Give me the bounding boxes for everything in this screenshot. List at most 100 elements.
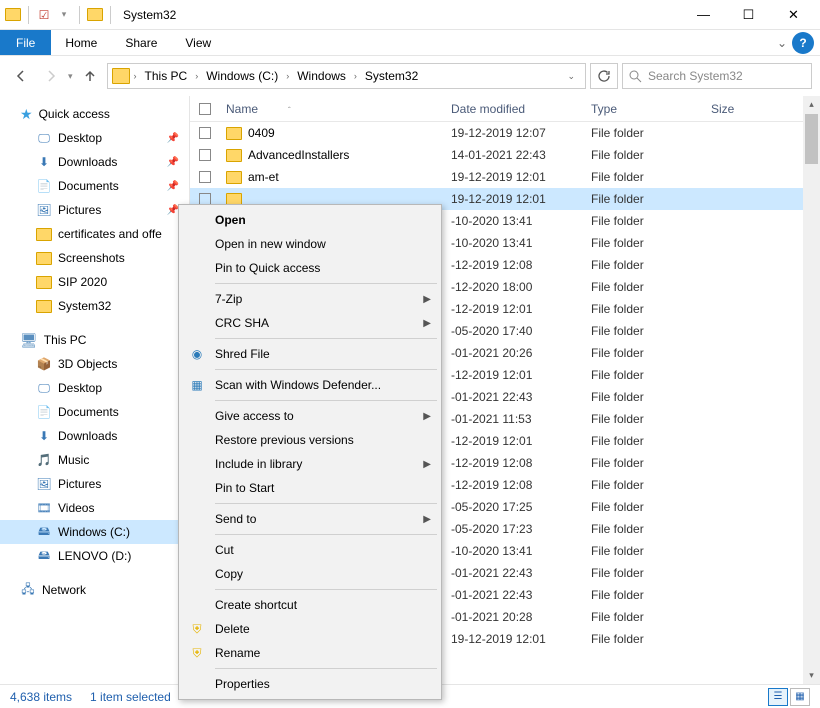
breadcrumb[interactable]: System32 <box>361 69 422 83</box>
file-tab[interactable]: File <box>0 30 51 55</box>
star-icon: ★ <box>20 106 33 123</box>
close-button[interactable]: ✕ <box>771 1 816 29</box>
sidebar-item-pictures[interactable]: 🖼Pictures📌 <box>0 198 189 222</box>
folder-icon <box>226 127 242 140</box>
chevron-right-icon[interactable]: › <box>193 71 200 81</box>
address-dropdown-icon[interactable]: ⌄ <box>561 71 581 82</box>
sort-asc-icon: ˆ <box>258 106 291 115</box>
nav-bar: ▾ › This PC › Windows (C:) › Windows › S… <box>0 56 820 96</box>
menu-item-cut[interactable]: Cut <box>181 538 439 562</box>
thumbnails-view-button[interactable]: ▦ <box>790 688 810 706</box>
column-type[interactable]: Type <box>585 102 705 116</box>
table-row[interactable]: 040919-12-2019 12:07File folder <box>190 122 803 144</box>
sidebar-item-downloads[interactable]: ⬇Downloads📌 <box>0 150 189 174</box>
sidebar-item-certificates-and-offe[interactable]: certificates and offe <box>0 222 189 246</box>
menu-item-crc-sha[interactable]: CRC SHA▶ <box>181 311 439 335</box>
scroll-up-icon[interactable]: ▴ <box>803 96 820 113</box>
menu-item-pin-to-start[interactable]: Pin to Start <box>181 476 439 500</box>
menu-item-open-in-new-window[interactable]: Open in new window <box>181 232 439 256</box>
sidebar-item-pictures[interactable]: 🖼Pictures <box>0 472 189 496</box>
menu-item-delete[interactable]: ⛨Delete <box>181 617 439 641</box>
row-checkbox[interactable] <box>199 127 211 139</box>
sidebar-item-3d-objects[interactable]: 📦3D Objects <box>0 352 189 376</box>
menu-item-restore-previous-versions[interactable]: Restore previous versions <box>181 428 439 452</box>
pictures-icon: 🖼 <box>36 204 52 217</box>
breadcrumb[interactable]: This PC <box>141 69 192 83</box>
maximize-button[interactable]: ☐ <box>726 1 771 29</box>
scroll-thumb[interactable] <box>805 114 818 164</box>
menu-item-create-shortcut[interactable]: Create shortcut <box>181 593 439 617</box>
help-icon[interactable]: ? <box>792 32 814 54</box>
menu-item-properties[interactable]: Properties <box>181 672 439 696</box>
row-checkbox[interactable] <box>199 149 211 161</box>
window-title: System32 <box>123 8 176 22</box>
menu-item-shred-file[interactable]: ◉Shred File <box>181 342 439 366</box>
recent-locations-icon[interactable]: ▾ <box>68 71 73 82</box>
back-button[interactable] <box>8 63 34 89</box>
collapse-ribbon-icon[interactable]: ⌄ <box>772 30 792 55</box>
sidebar-item-desktop[interactable]: 🖵Desktop <box>0 376 189 400</box>
sidebar-item-documents[interactable]: 📄Documents📌 <box>0 174 189 198</box>
menu-item-7-zip[interactable]: 7-Zip▶ <box>181 287 439 311</box>
menu-item-scan-with-windows-defender-[interactable]: ▦Scan with Windows Defender... <box>181 373 439 397</box>
menu-item-pin-to-quick-access[interactable]: Pin to Quick access <box>181 256 439 280</box>
tab-share[interactable]: Share <box>111 30 171 55</box>
title-bar: ☑ ▾ System32 — ☐ ✕ <box>0 0 820 30</box>
navigation-pane: ★Quick access 🖵Desktop📌⬇Downloads📌📄Docum… <box>0 96 190 684</box>
folder-icon <box>36 300 52 313</box>
table-row[interactable]: am-et19-12-2019 12:01File folder <box>190 166 803 188</box>
sidebar-item-sip-2020[interactable]: SIP 2020 <box>0 270 189 294</box>
menu-item-send-to[interactable]: Send to▶ <box>181 507 439 531</box>
row-checkbox[interactable] <box>199 171 211 183</box>
scroll-down-icon[interactable]: ▾ <box>803 667 820 684</box>
sidebar-item-windows-c-[interactable]: 🖴Windows (C:) <box>0 520 189 544</box>
sidebar-item-system32[interactable]: System32 <box>0 294 189 318</box>
pin-icon: 📌 <box>167 157 179 168</box>
column-size[interactable]: Size <box>705 102 785 116</box>
sidebar-item-desktop[interactable]: 🖵Desktop📌 <box>0 126 189 150</box>
chevron-right-icon[interactable]: › <box>132 71 139 81</box>
up-button[interactable] <box>77 63 103 89</box>
sidebar-item-lenovo-d-[interactable]: 🖴LENOVO (D:) <box>0 544 189 568</box>
minimize-button[interactable]: — <box>681 1 726 29</box>
chevron-right-icon[interactable]: › <box>352 71 359 81</box>
menu-item-include-in-library[interactable]: Include in library▶ <box>181 452 439 476</box>
downloads-icon: ⬇ <box>36 430 52 443</box>
sidebar-item-videos[interactable]: 🎞Videos <box>0 496 189 520</box>
refresh-button[interactable] <box>590 63 618 89</box>
breadcrumb[interactable]: Windows (C:) <box>202 69 282 83</box>
forward-button[interactable] <box>38 63 64 89</box>
tab-home[interactable]: Home <box>51 30 111 55</box>
pin-icon: 📌 <box>167 133 179 144</box>
sidebar-item-music[interactable]: 🎵Music <box>0 448 189 472</box>
address-bar[interactable]: › This PC › Windows (C:) › Windows › Sys… <box>107 63 586 89</box>
chevron-right-icon: ▶ <box>423 514 431 525</box>
column-name[interactable]: Nameˆ <box>220 102 445 116</box>
menu-item-copy[interactable]: Copy <box>181 562 439 586</box>
chevron-right-icon[interactable]: › <box>284 71 291 81</box>
tab-view[interactable]: View <box>171 30 225 55</box>
folder-icon <box>226 171 242 184</box>
menu-item-give-access-to[interactable]: Give access to▶ <box>181 404 439 428</box>
scrollbar[interactable]: ▴ ▾ <box>803 96 820 684</box>
select-all-checkbox[interactable] <box>199 103 211 115</box>
this-pc[interactable]: 🖥This PC <box>0 328 189 352</box>
network[interactable]: 🖧Network <box>0 578 189 602</box>
desktop-icon: 🖵 <box>36 382 52 395</box>
breadcrumb[interactable]: Windows <box>293 69 350 83</box>
quick-access[interactable]: ★Quick access <box>0 102 189 126</box>
sidebar-item-downloads[interactable]: ⬇Downloads <box>0 424 189 448</box>
menu-item-open[interactable]: Open <box>181 208 439 232</box>
table-row[interactable]: AdvancedInstallers14-01-2021 22:43File f… <box>190 144 803 166</box>
drive-icon: 🖴 <box>36 550 52 563</box>
sidebar-item-screenshots[interactable]: Screenshots <box>0 246 189 270</box>
search-input[interactable]: Search System32 <box>622 63 812 89</box>
column-date[interactable]: Date modified <box>445 102 585 116</box>
checkbox-red-icon[interactable]: ☑ <box>35 6 53 24</box>
qat-customize-icon[interactable]: ▾ <box>55 6 73 24</box>
menu-item-rename[interactable]: ⛨Rename <box>181 641 439 665</box>
details-view-button[interactable]: ☰ <box>768 688 788 706</box>
defender-icon: ▦ <box>189 377 205 393</box>
chevron-right-icon: ▶ <box>423 318 431 329</box>
sidebar-item-documents[interactable]: 📄Documents <box>0 400 189 424</box>
